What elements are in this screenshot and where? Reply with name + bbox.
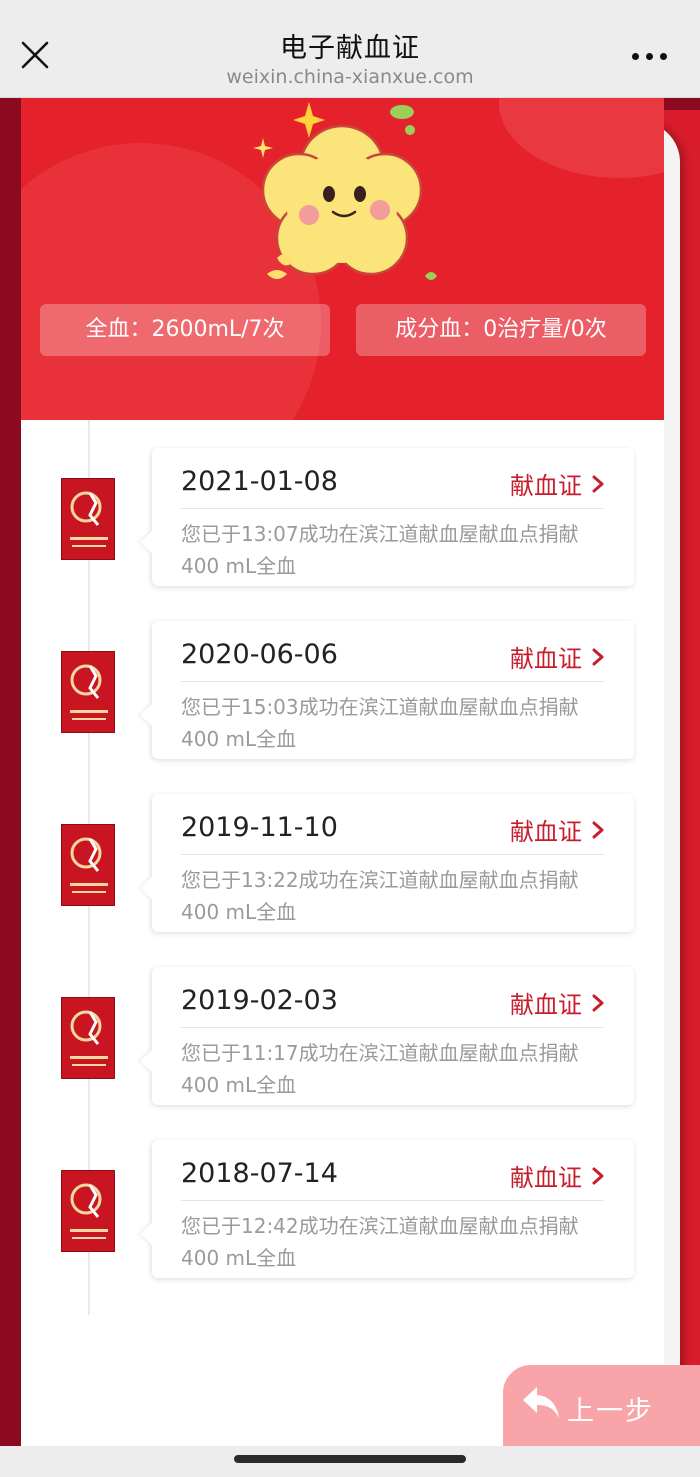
top-bar: 电子献血证 weixin.china-xianxue.com <box>0 0 700 98</box>
page-title: 电子献血证 <box>280 33 420 64</box>
certificate-link-label: 献血证 <box>510 991 582 1019</box>
record-description: 您已于11:17成功在滨江道献血屋献血点捐献400 mL全血 <box>181 1041 579 1097</box>
record-description: 您已于12:42成功在滨江道献血屋献血点捐献400 mL全血 <box>181 1214 579 1270</box>
certificate-link[interactable]: 献血证 <box>510 985 604 1020</box>
donation-record: 2019-02-03 献血证 您已于11:17成功在滨江道献血屋献血点捐献400… <box>21 967 664 1107</box>
whole-blood-summary: 全血：2600mL/7次 <box>40 304 330 356</box>
chevron-right-icon <box>592 994 604 1011</box>
chevron-right-icon <box>592 475 604 492</box>
chevron-right-icon <box>592 821 604 838</box>
donation-record: 2018-07-14 献血证 您已于12:42成功在滨江道献血屋献血点捐献400… <box>21 1140 664 1280</box>
certificate-link[interactable]: 献血证 <box>510 1158 604 1193</box>
record-description: 您已于13:07成功在滨江道献血屋献血点捐献400 mL全血 <box>181 522 579 578</box>
flower-mascot-icon <box>253 102 437 280</box>
main-card: 全血：2600mL/7次 成分血：0治疗量/0次 2021-01-08 献血证 … <box>21 98 664 1446</box>
reply-arrow-icon <box>523 1387 559 1418</box>
certificate-link-label: 献血证 <box>510 1164 582 1192</box>
donation-record: 2021-01-08 献血证 您已于13:07成功在滨江道献血屋献血点捐献400… <box>21 448 664 588</box>
more-icon[interactable] <box>632 50 668 64</box>
record-date: 2020-06-06 <box>181 639 338 670</box>
certificate-link[interactable]: 献血证 <box>510 812 604 847</box>
blood-certificate-badge-icon <box>61 1170 115 1252</box>
bottom-bar <box>0 1446 700 1477</box>
certificate-link[interactable]: 献血证 <box>510 639 604 674</box>
blood-certificate-badge-icon <box>61 651 115 733</box>
component-blood-summary: 成分血：0治疗量/0次 <box>356 304 646 356</box>
record-description: 您已于15:03成功在滨江道献血屋献血点捐献400 mL全血 <box>181 695 579 751</box>
chevron-right-icon <box>592 1167 604 1184</box>
chevron-right-icon <box>592 648 604 665</box>
certificate-link[interactable]: 献血证 <box>510 466 604 501</box>
certificate-link-label: 献血证 <box>510 645 582 673</box>
record-date: 2019-02-03 <box>181 985 338 1016</box>
record-entry[interactable]: 2021-01-08 献血证 您已于13:07成功在滨江道献血屋献血点捐献400… <box>140 448 634 586</box>
record-description: 您已于13:22成功在滨江道献血屋献血点捐献400 mL全血 <box>181 868 579 924</box>
record-date: 2019-11-10 <box>181 812 338 843</box>
certificate-link-label: 献血证 <box>510 472 582 500</box>
donation-record: 2019-11-10 献血证 您已于13:22成功在滨江道献血屋献血点捐献400… <box>21 794 664 934</box>
blood-certificate-badge-icon <box>61 824 115 906</box>
record-entry[interactable]: 2019-11-10 献血证 您已于13:22成功在滨江道献血屋献血点捐献400… <box>140 794 634 932</box>
record-entry[interactable]: 2020-06-06 献血证 您已于15:03成功在滨江道献血屋献血点捐献400… <box>140 621 634 759</box>
record-entry[interactable]: 2018-07-14 献血证 您已于12:42成功在滨江道献血屋献血点捐献400… <box>140 1140 634 1278</box>
back-button[interactable]: 上一步 <box>503 1365 700 1447</box>
record-entry[interactable]: 2019-02-03 献血证 您已于11:17成功在滨江道献血屋献血点捐献400… <box>140 967 634 1105</box>
record-date: 2021-01-08 <box>181 466 338 497</box>
donation-record: 2020-06-06 献血证 您已于15:03成功在滨江道献血屋献血点捐献400… <box>21 621 664 761</box>
blood-certificate-badge-icon <box>61 997 115 1079</box>
record-date: 2018-07-14 <box>181 1158 338 1189</box>
page-url: weixin.china-xianxue.com <box>226 66 474 88</box>
blood-certificate-badge-icon <box>61 478 115 560</box>
home-indicator[interactable] <box>234 1455 466 1463</box>
hero-banner: 全血：2600mL/7次 成分血：0治疗量/0次 <box>21 98 664 420</box>
back-button-label: 上一步 <box>567 1396 654 1427</box>
certificate-link-label: 献血证 <box>510 818 582 846</box>
